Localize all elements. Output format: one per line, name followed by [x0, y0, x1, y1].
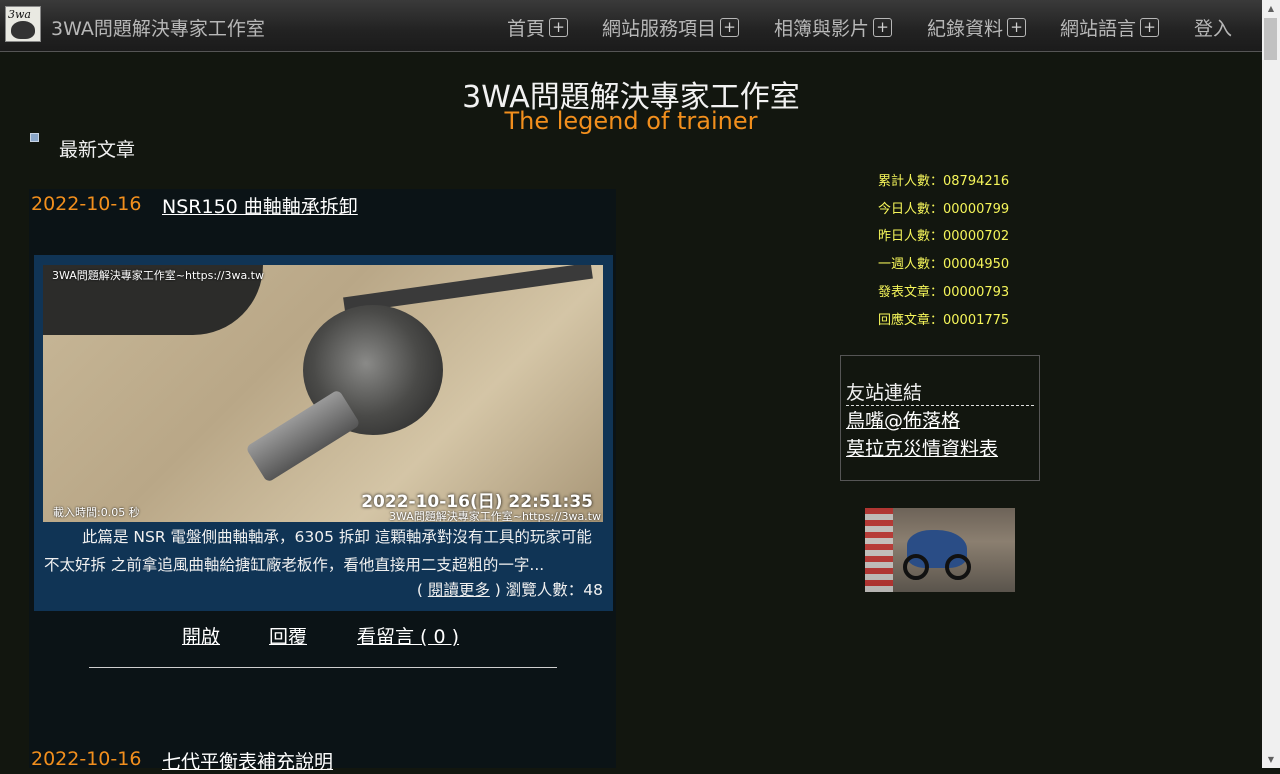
section-bullet-icon	[30, 133, 39, 142]
nav-item-home[interactable]: 首頁 +	[507, 14, 569, 41]
photo-shape-stripe	[865, 508, 893, 592]
article-actions: 開啟 回覆 看留言 ( 0 )	[29, 622, 616, 652]
site-logo[interactable]: 3wa	[5, 6, 41, 42]
article-date: 2022-10-16	[31, 748, 142, 770]
expand-plus-icon[interactable]: +	[1007, 18, 1027, 37]
nav-item-login[interactable]: 登入	[1194, 14, 1232, 41]
article-photo[interactable]: 3WA問題解決專家工作室~https://3wa.tw 2022-10-16(日…	[43, 265, 603, 522]
top-nav-bar: 3wa 3WA問題解決專家工作室 首頁 + 網站服務項目 + 相簿與影片 + 紀…	[0, 0, 1262, 52]
nav-item-label: 紀錄資料	[927, 18, 1004, 40]
nav-brand[interactable]: 3WA問題解決專家工作室	[51, 14, 265, 41]
photo-watermark-bottom: 3WA問題解決專家工作室~https://3wa.tw	[389, 510, 601, 522]
stat-today: 今日人數：00000799	[878, 201, 1010, 217]
stat-posts: 發表文章：00000793	[878, 284, 1010, 300]
expand-plus-icon[interactable]: +	[873, 18, 893, 37]
photo-shape-wheel	[903, 554, 929, 580]
photo-load-time: 載入時間:0.05 秒	[53, 506, 140, 519]
article-date: 2022-10-16	[31, 193, 142, 215]
open-link[interactable]: 開啟	[182, 622, 220, 649]
expand-plus-icon[interactable]: +	[1140, 18, 1160, 37]
logo-figure-icon	[11, 21, 35, 39]
friend-link[interactable]: 鳥嘴@佈落格	[846, 406, 960, 433]
scroll-down-icon[interactable]: ▼	[1262, 751, 1280, 768]
nav-item-albums[interactable]: 相簿與影片 +	[774, 14, 893, 41]
nav-item-label: 登入	[1194, 18, 1233, 40]
stat-total: 累計人數：08794216	[878, 174, 1010, 189]
expand-plus-icon[interactable]: +	[549, 18, 569, 37]
nav-item-label: 網站服務項目	[602, 18, 717, 40]
visitor-stats: 累計人數：08794216 今日人數：00000799 昨日人數：0000070…	[878, 168, 1009, 334]
nav-item-records[interactable]: 紀錄資料 +	[927, 14, 1027, 41]
photo-watermark: 3WA問題解決專家工作室~https://3wa.tw	[52, 269, 264, 282]
expand-plus-icon[interactable]: +	[720, 18, 740, 37]
scrollbar-thumb[interactable]	[1264, 18, 1277, 60]
article-list: 2022-10-16 NSR150 曲軸軸承拆卸 3WA問題解決專家工作室~ht…	[29, 189, 616, 773]
sidebar-photo[interactable]	[865, 508, 1015, 592]
nav-item-label: 相簿與影片	[774, 18, 870, 40]
stat-replies: 回應文章：00001775	[878, 312, 1010, 328]
friend-links-title: 友站連結	[846, 378, 1034, 406]
nav-item-language[interactable]: 網站語言 +	[1060, 14, 1160, 41]
article-card: 3WA問題解決專家工作室~https://3wa.tw 2022-10-16(日…	[34, 255, 613, 611]
comments-link[interactable]: 看留言 ( 0 )	[357, 622, 459, 649]
friend-link[interactable]: 莫拉克災情資料表	[846, 434, 998, 461]
stat-yesterday: 昨日人數：00000702	[878, 229, 1010, 245]
photo-shape-wheel	[945, 554, 971, 580]
friend-links-box: 友站連結 鳥嘴@佈落格 莫拉克災情資料表	[840, 355, 1040, 481]
read-more-close-paren: )	[489, 581, 501, 599]
article-meta: ( 閱讀更多 ) 瀏覽人數：48	[417, 578, 603, 600]
view-count: 瀏覽人數：48	[505, 581, 603, 599]
article-divider	[89, 667, 557, 668]
reply-link[interactable]: 回覆	[269, 622, 307, 649]
scroll-up-icon[interactable]: ▲	[1262, 0, 1280, 17]
stat-week: 一週人數：00004950	[878, 257, 1010, 273]
read-more-link[interactable]: 閱讀更多	[428, 581, 490, 599]
read-more-open-paren: (	[416, 581, 428, 599]
page-scrollbar[interactable]: ▲ ▼	[1262, 0, 1280, 768]
section-title: 最新文章	[59, 139, 136, 161]
nav-item-label: 首頁	[507, 18, 546, 40]
nav-item-services[interactable]: 網站服務項目 +	[602, 14, 740, 41]
nav-item-label: 網站語言	[1060, 18, 1137, 40]
article-title-link[interactable]: 七代平衡表補充說明	[162, 747, 333, 774]
logo-text: 3wa	[8, 8, 31, 21]
photo-shape-shaft	[245, 389, 361, 483]
site-subtitle: The legend of trainer	[504, 107, 758, 135]
article-title-link[interactable]: NSR150 曲軸軸承拆卸	[162, 192, 358, 219]
article-excerpt: 此篇是 NSR 電盤側曲軸軸承，6305 拆卸 這顆軸承對沒有工具的玩家可能不太…	[44, 528, 592, 574]
